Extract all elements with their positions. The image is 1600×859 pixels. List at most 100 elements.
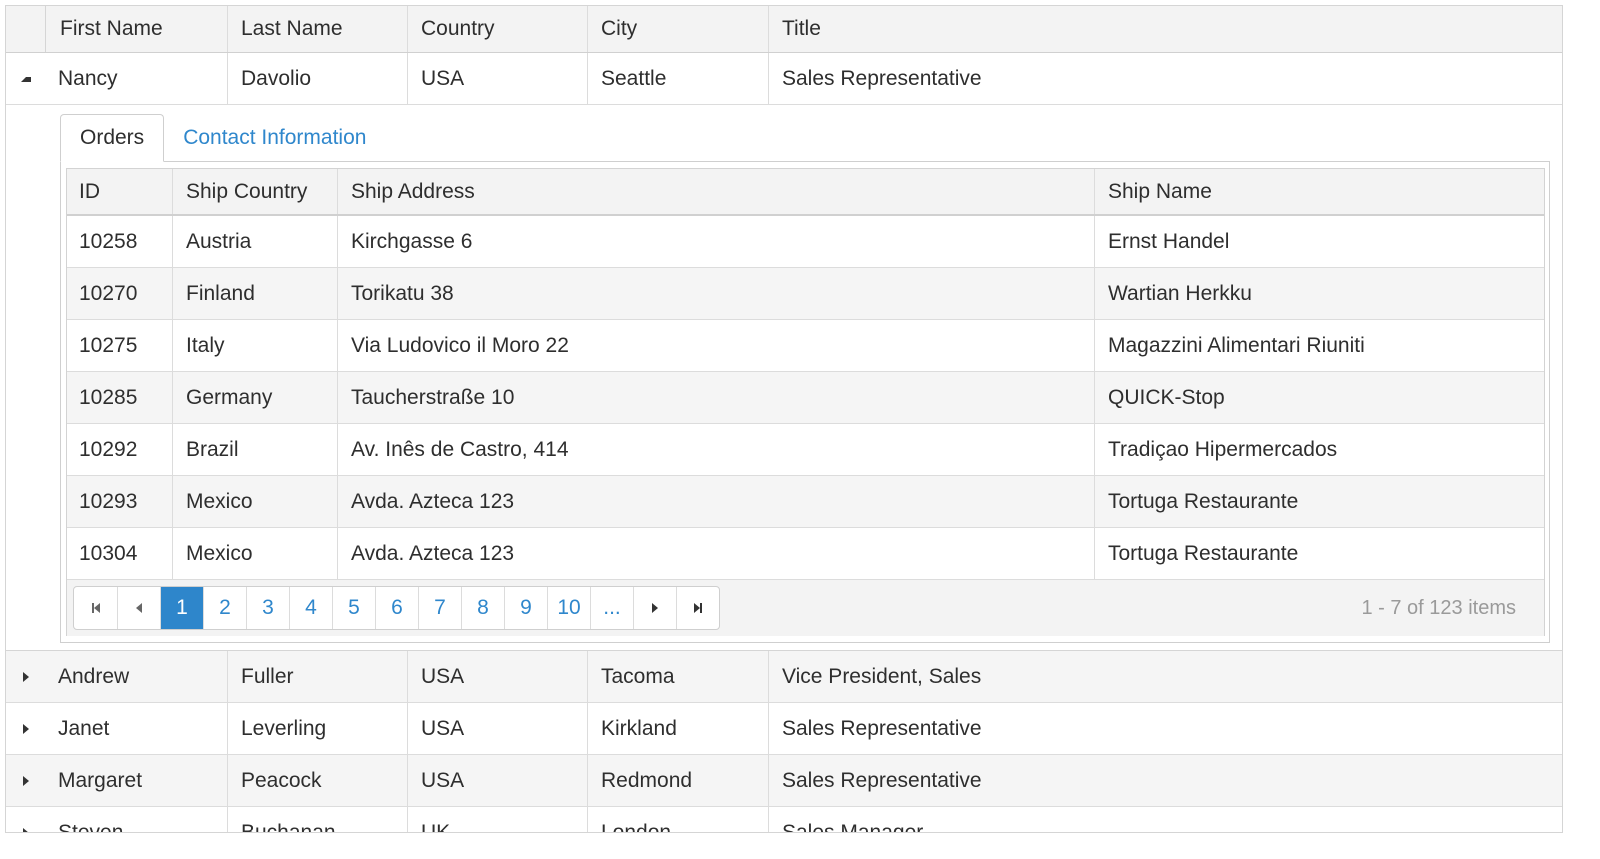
- column-header-last-name[interactable]: Last Name: [227, 6, 407, 52]
- page-button-8[interactable]: 8: [461, 587, 504, 629]
- order-ship-address: Avda. Azteca 123: [337, 476, 1094, 527]
- previous-page-button[interactable]: [117, 587, 160, 629]
- order-id: 10270: [79, 281, 138, 305]
- cell-last-name: Peacock: [227, 755, 407, 806]
- cell-last-name: Buchanan: [227, 807, 407, 832]
- cell-first-name: Janet: [58, 716, 110, 740]
- order-id: 10285: [79, 385, 138, 409]
- expand-toggle[interactable]: [6, 807, 46, 832]
- detail-tabstrip: Orders Contact Information: [60, 114, 385, 162]
- more-pages-button[interactable]: ...: [590, 587, 633, 629]
- order-id: 10258: [79, 229, 138, 253]
- cell-first-name: Margaret: [58, 768, 143, 792]
- page-button-4[interactable]: 4: [289, 587, 332, 629]
- page-button-2[interactable]: 2: [203, 587, 246, 629]
- master-row[interactable]: Andrew Fuller USA Tacoma Vice President,…: [6, 651, 1562, 703]
- cell-country: UK: [407, 807, 587, 832]
- first-page-button[interactable]: [74, 587, 117, 629]
- orders-grid: ID Ship Country Ship Address Ship Name 1…: [66, 168, 1545, 636]
- detail-row: Orders Contact Information ID Ship Count…: [6, 105, 1562, 651]
- cell-city: London: [587, 807, 768, 832]
- order-ship-address: Torikatu 38: [337, 268, 1094, 319]
- column-header-ship-country[interactable]: Ship Country: [172, 169, 337, 214]
- expand-column-header: [6, 6, 46, 52]
- cell-last-name: Davolio: [227, 53, 407, 104]
- employees-grid: First Name Last Name Country City Title …: [5, 5, 1563, 833]
- page-button-5[interactable]: 5: [332, 587, 375, 629]
- cell-last-name: Fuller: [227, 651, 407, 702]
- column-header-first-name[interactable]: First Name: [46, 6, 227, 52]
- master-row[interactable]: Steven Buchanan UK London Sales Manager: [6, 807, 1562, 833]
- cell-first-name: Nancy: [58, 66, 118, 90]
- expand-arrow-icon: [23, 723, 29, 734]
- cell-city: Redmond: [587, 755, 768, 806]
- collapse-toggle[interactable]: [6, 53, 46, 104]
- order-ship-country: Austria: [172, 216, 337, 267]
- order-ship-country: Mexico: [172, 528, 337, 579]
- column-header-country[interactable]: Country: [407, 6, 587, 52]
- order-ship-address: Avda. Azteca 123: [337, 528, 1094, 579]
- expand-toggle[interactable]: [6, 703, 46, 754]
- tab-contact-information[interactable]: Contact Information: [164, 114, 385, 162]
- order-id: 10292: [79, 437, 138, 461]
- last-page-icon: [694, 603, 702, 613]
- orders-tab-panel: ID Ship Country Ship Address Ship Name 1…: [60, 161, 1550, 643]
- order-ship-name: Tortuga Restaurante: [1094, 476, 1544, 527]
- column-header-city[interactable]: City: [587, 6, 768, 52]
- order-ship-name: Tradiçao Hipermercados: [1094, 424, 1544, 475]
- page-button-3[interactable]: 3: [246, 587, 289, 629]
- order-ship-name: Ernst Handel: [1094, 216, 1544, 267]
- order-ship-name: Wartian Herkku: [1094, 268, 1544, 319]
- order-ship-name: QUICK-Stop: [1094, 372, 1544, 423]
- page-button-7[interactable]: 7: [418, 587, 461, 629]
- order-ship-country: Brazil: [172, 424, 337, 475]
- cell-country: USA: [407, 755, 587, 806]
- expand-arrow-icon: [23, 827, 29, 832]
- cell-title: Sales Representative: [768, 755, 1562, 806]
- master-row[interactable]: Janet Leverling USA Kirkland Sales Repre…: [6, 703, 1562, 755]
- expand-arrow-icon: [23, 671, 29, 682]
- next-page-button[interactable]: [633, 587, 676, 629]
- cell-first-name: Andrew: [58, 664, 130, 688]
- page-button-10[interactable]: 10: [547, 587, 590, 629]
- cell-first-name: Steven: [58, 820, 124, 833]
- cell-country: USA: [407, 651, 587, 702]
- expand-toggle[interactable]: [6, 755, 46, 806]
- order-ship-address: Via Ludovico il Moro 22: [337, 320, 1094, 371]
- page-button-9[interactable]: 9: [504, 587, 547, 629]
- table-row[interactable]: 10285 Germany Taucherstraße 10 QUICK-Sto…: [67, 372, 1544, 424]
- table-row[interactable]: 10270 Finland Torikatu 38 Wartian Herkku: [67, 268, 1544, 320]
- table-row[interactable]: 10304 Mexico Avda. Azteca 123 Tortuga Re…: [67, 528, 1544, 580]
- order-ship-country: Mexico: [172, 476, 337, 527]
- grid-header: First Name Last Name Country City Title: [6, 6, 1562, 53]
- order-id: 10293: [79, 489, 138, 513]
- page-button-1[interactable]: 1: [160, 587, 203, 629]
- expand-toggle[interactable]: [6, 651, 46, 702]
- column-header-title[interactable]: Title: [768, 6, 1562, 52]
- last-page-button[interactable]: [676, 587, 719, 629]
- master-row[interactable]: Margaret Peacock USA Redmond Sales Repre…: [6, 755, 1562, 807]
- cell-city: Seattle: [587, 53, 768, 104]
- order-ship-country: Italy: [172, 320, 337, 371]
- cell-title: Sales Representative: [768, 703, 1562, 754]
- pager-info: 1 - 7 of 123 items: [1361, 596, 1516, 619]
- table-row[interactable]: 10293 Mexico Avda. Azteca 123 Tortuga Re…: [67, 476, 1544, 528]
- table-row[interactable]: 10258 Austria Kirchgasse 6 Ernst Handel: [67, 216, 1544, 268]
- table-row[interactable]: 10292 Brazil Av. Inês de Castro, 414 Tra…: [67, 424, 1544, 476]
- order-ship-country: Finland: [172, 268, 337, 319]
- column-header-ship-name[interactable]: Ship Name: [1094, 169, 1544, 214]
- cell-title: Sales Manager: [768, 807, 1562, 832]
- order-id: 10275: [79, 333, 138, 357]
- table-row[interactable]: 10275 Italy Via Ludovico il Moro 22 Maga…: [67, 320, 1544, 372]
- orders-pager: 1 2 3 4 5 6 7 8 9 10 ... 1 - 7 of 123 it…: [67, 580, 1544, 636]
- page-button-6[interactable]: 6: [375, 587, 418, 629]
- column-header-id[interactable]: ID: [67, 169, 172, 214]
- order-ship-name: Tortuga Restaurante: [1094, 528, 1544, 579]
- master-row-expanded[interactable]: Nancy Davolio USA Seattle Sales Represen…: [6, 53, 1562, 105]
- tab-orders[interactable]: Orders: [60, 114, 165, 162]
- cell-title: Vice President, Sales: [768, 651, 1562, 702]
- column-header-ship-address[interactable]: Ship Address: [337, 169, 1094, 214]
- next-page-icon: [652, 603, 658, 613]
- cell-country: USA: [407, 703, 587, 754]
- expand-arrow-icon: [23, 775, 29, 786]
